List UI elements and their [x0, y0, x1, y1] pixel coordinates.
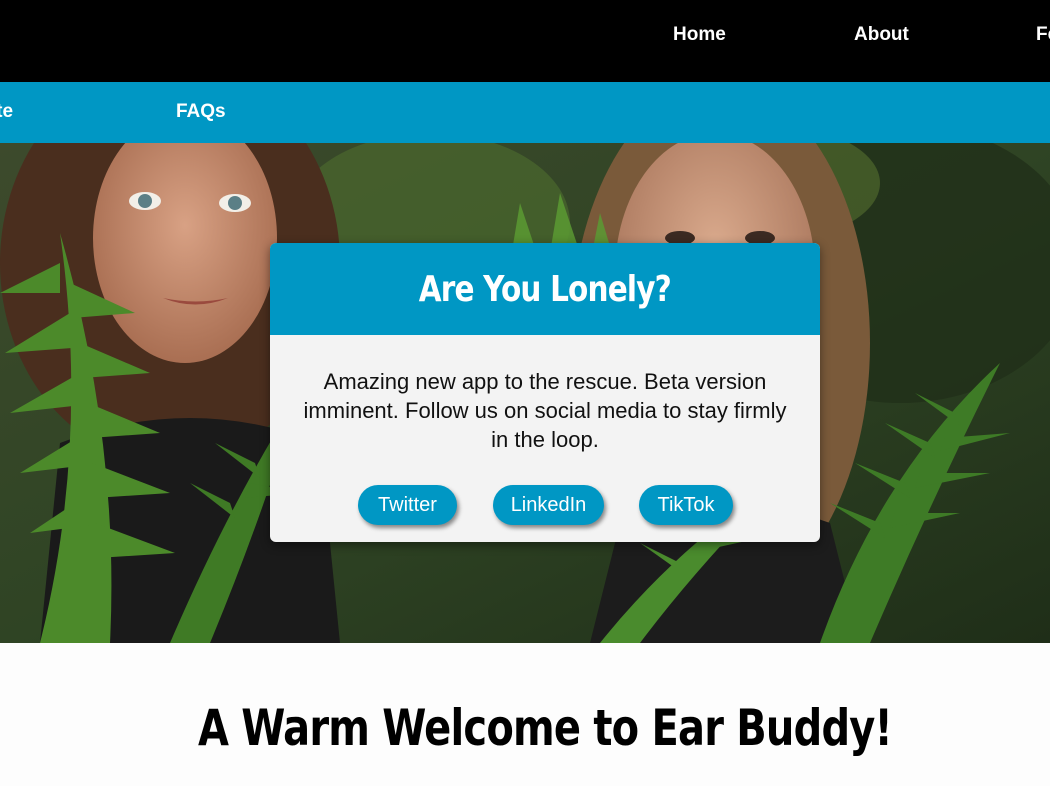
social-buttons: Twitter LinkedIn TikTok [270, 485, 820, 527]
nav-link-faqs[interactable]: FAQs [176, 101, 226, 123]
modal-body-text: Amazing new app to the rescue. Beta vers… [303, 369, 787, 452]
lonely-modal: Are You Lonely? Amazing new app to the r… [270, 243, 820, 542]
nav-link-home[interactable]: Home [673, 24, 726, 46]
secondary-navbar: nate FAQs [0, 82, 1050, 143]
nav-link-about[interactable]: About [854, 24, 909, 46]
nav-link-clipped[interactable]: Fe [1036, 24, 1050, 46]
linkedin-button[interactable]: LinkedIn [493, 485, 604, 525]
tiktok-button[interactable]: TikTok [639, 485, 733, 525]
welcome-heading: A Warm Welcome to Ear Buddy! [197, 699, 893, 757]
modal-title: Are You Lonely? [418, 268, 672, 310]
twitter-button[interactable]: Twitter [358, 485, 457, 525]
nav-link-donate[interactable]: nate [0, 101, 13, 123]
top-navbar: Home About Fe [0, 0, 1050, 82]
welcome-section: A Warm Welcome to Ear Buddy! [0, 643, 1050, 786]
modal-header: Are You Lonely? [270, 243, 820, 335]
